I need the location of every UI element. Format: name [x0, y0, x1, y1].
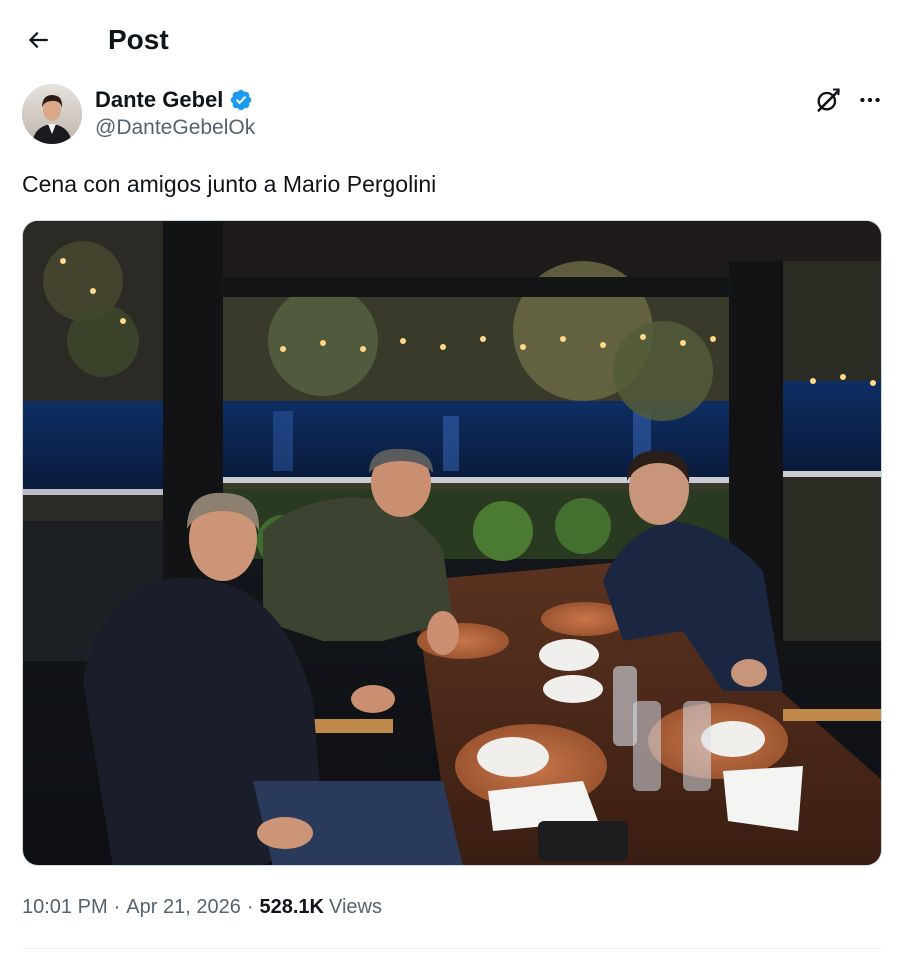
- meta-separator: ·: [246, 896, 254, 918]
- verified-badge-icon: [231, 89, 252, 111]
- tweet-meta: 10:01 PM · Apr 21, 2026 · 528.1K Views: [22, 893, 382, 921]
- arrow-left-icon: [28, 31, 48, 49]
- tweet-photo[interactable]: [22, 220, 882, 866]
- author-handle[interactable]: @DanteGebelOk: [95, 116, 255, 140]
- top-bar: Post: [0, 0, 900, 80]
- avatar-image: [22, 84, 82, 144]
- photo-icon: [23, 221, 881, 865]
- tweet-text: Cena con amigos junto a Mario Pergolini: [22, 171, 437, 197]
- more-options-button[interactable]: [854, 84, 886, 116]
- back-button[interactable]: [16, 18, 60, 62]
- views-label: Views: [328, 896, 382, 918]
- avatar[interactable]: [22, 84, 82, 144]
- author-row: Dante Gebel @DanteGebelOk: [22, 84, 880, 148]
- more-horizontal-icon: [860, 97, 880, 103]
- divider: [22, 948, 882, 949]
- author-display-name[interactable]: Dante Gebel: [95, 87, 223, 113]
- tweet-date[interactable]: Apr 21, 2026: [126, 893, 241, 921]
- meta-separator: ·: [113, 896, 121, 918]
- grok-icon: [817, 88, 840, 112]
- views-count[interactable]: 528.1K: [259, 893, 324, 921]
- grok-button[interactable]: [812, 84, 844, 116]
- author-names: Dante Gebel @DanteGebelOk: [95, 86, 255, 140]
- tweet-time[interactable]: 10:01 PM: [22, 893, 108, 921]
- page-title: Post: [108, 24, 169, 55]
